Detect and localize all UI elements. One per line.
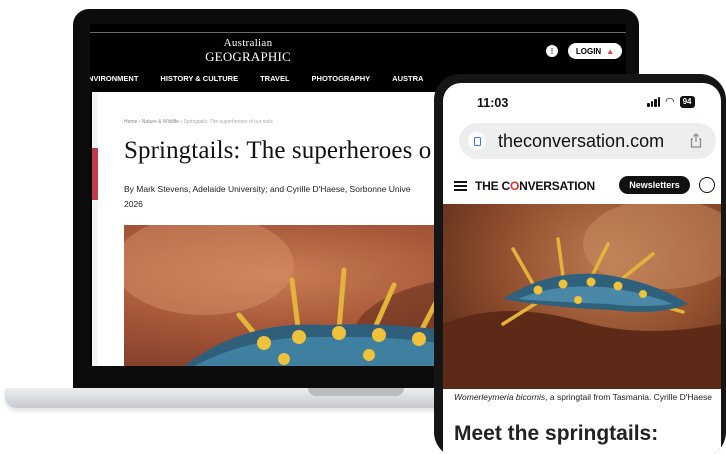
logo-text-o: O xyxy=(510,179,520,193)
breadcrumb-current: Springtails: The superheroes of our soil… xyxy=(183,119,273,125)
logo-line-2: GEOGRAPHIC xyxy=(205,49,291,64)
springtail-illustration-mobile xyxy=(443,204,721,389)
side-stripe xyxy=(92,92,98,366)
address-bar[interactable]: theconversation.com xyxy=(459,123,716,159)
hamburger-menu-icon[interactable] xyxy=(454,181,467,192)
nav-item-photography[interactable]: PHOTOGRAPHY xyxy=(312,74,371,86)
phone-frame: 11:03 ◠ 94 theconversation.com THE CONVE… xyxy=(434,74,726,454)
caption-text: , a springtail from Tasmania. Cyrille D'… xyxy=(545,392,712,402)
breadcrumb-nature[interactable]: Nature & Wildlife xyxy=(142,119,179,125)
logo-line-1: Australian xyxy=(223,37,273,49)
nav-item-environment[interactable]: NVIRONMENT xyxy=(90,74,138,86)
nav-item-history-culture[interactable]: HISTORY & CULTURE xyxy=(160,74,238,86)
account-icon[interactable] xyxy=(699,177,715,193)
site-header: THE CONVERSATION Newsletters xyxy=(443,171,721,201)
login-button[interactable]: LOGIN ▲ xyxy=(568,43,622,59)
header-divider xyxy=(90,32,626,33)
menu-icon[interactable]: ⋮ xyxy=(546,45,558,57)
breadcrumb-home[interactable]: Home xyxy=(124,119,137,125)
laptop-notch xyxy=(308,388,404,396)
photo-caption: Womerleymeria bicornis, a springtail fro… xyxy=(454,392,714,403)
newsletters-button[interactable]: Newsletters xyxy=(619,176,690,194)
login-label: LOGIN xyxy=(575,46,602,56)
battery-icon: 94 xyxy=(679,96,695,108)
logo-text-post: NVERSATION xyxy=(519,179,595,193)
cellular-signal-icon xyxy=(647,97,660,107)
url-text[interactable]: theconversation.com xyxy=(498,131,664,152)
laptop-base xyxy=(5,388,485,408)
breadcrumb: Home › Nature & Wildlife › Springtails: … xyxy=(124,119,273,125)
status-icons: ◠ 94 xyxy=(647,96,695,108)
article-headline: Meet the springtails: xyxy=(454,422,659,445)
nav-item-travel[interactable]: TRAVEL xyxy=(260,74,289,86)
arrow-up-icon: ▲ xyxy=(606,46,615,56)
caption-species: Womerleymeria bicornis xyxy=(454,392,546,402)
article-title: Springtails: The superheroes o xyxy=(124,137,432,164)
page-icon[interactable] xyxy=(468,132,486,150)
phone-screen: 11:03 ◠ 94 theconversation.com THE CONVE… xyxy=(443,83,721,454)
logo-text-pre: THE C xyxy=(475,179,511,193)
status-time: 11:03 xyxy=(477,96,509,110)
wifi-icon: ◠ xyxy=(665,95,675,108)
springtail-photo-mobile xyxy=(443,204,721,389)
share-icon[interactable] xyxy=(690,133,702,148)
australian-geographic-logo[interactable]: Australian GEOGRAPHIC xyxy=(198,37,298,64)
the-conversation-logo[interactable]: THE CONVERSATION xyxy=(475,179,595,193)
nav-item-australia[interactable]: AUSTRA xyxy=(392,74,423,86)
